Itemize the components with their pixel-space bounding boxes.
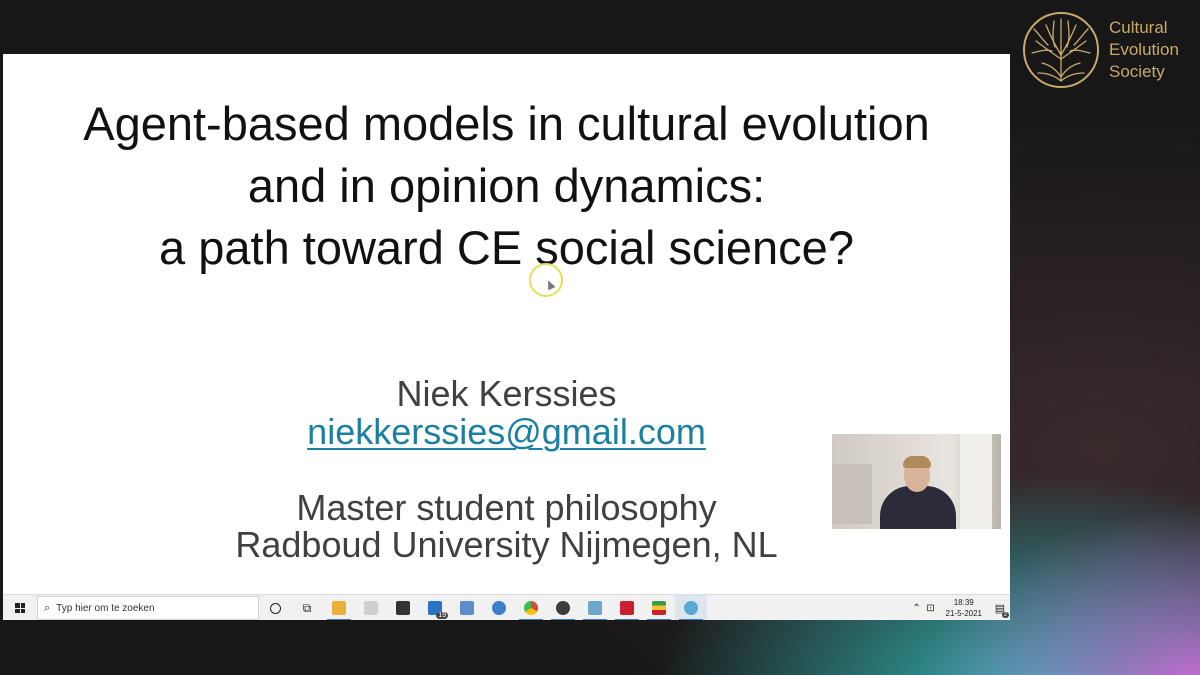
webcam-video [832, 434, 1001, 529]
clock-time: 18:39 [953, 598, 974, 607]
wps-icon [556, 601, 570, 615]
notification-count: 2 [1001, 611, 1009, 618]
author-name: Niek Kerssies [396, 373, 617, 414]
search-icon: ⌕ [44, 601, 51, 614]
file-explorer-icon [332, 601, 346, 615]
flag-icon [652, 601, 666, 615]
taskbar-app-mendeley[interactable] [611, 595, 643, 620]
search-placeholder: Typ hier om te zoeken [56, 602, 155, 614]
taskbar-app-file-explorer[interactable] [323, 595, 355, 620]
mail-unread-badge: 19 [436, 612, 448, 619]
clock-date: 21-5-2021 [945, 609, 982, 618]
windows-taskbar: ⌕ Typ hier om te zoeken ⧉ 19 ⌃ ⊡ 18:39 2… [3, 594, 1010, 620]
taskbar-app-chrome[interactable] [515, 595, 547, 620]
logo-text-line-2: Evolution [1109, 40, 1179, 59]
logo-text-line-3: Society [1109, 62, 1165, 81]
network-icon[interactable]: ⊡ [924, 603, 938, 614]
taskbar-app-wps[interactable] [547, 595, 579, 620]
slide-title-line-2: and in opinion dynamics: [247, 159, 766, 212]
store-icon [396, 601, 410, 615]
logo-text-line-1: Cultural [1109, 18, 1168, 37]
task-view-button[interactable]: ⧉ [291, 595, 323, 620]
author-email-link[interactable]: niekkerssies@gmail.com [307, 411, 706, 452]
taskbar-app-flag[interactable] [643, 595, 675, 620]
show-hidden-icons-chevron-up-icon[interactable]: ⌃ [910, 603, 924, 614]
start-button[interactable] [3, 595, 37, 620]
taskbar-app-webex[interactable] [675, 595, 707, 620]
windows-logo-icon [15, 603, 25, 613]
webcam-background-door [960, 434, 992, 529]
taskbar-app-qbittorrent[interactable] [483, 595, 515, 620]
system-tray: ⌃ ⊡ 18:39 21-5-2021 ▤ 2 [910, 597, 1010, 619]
taskbar-app-mail[interactable]: 19 [419, 595, 451, 620]
webex-icon [684, 601, 698, 615]
chrome-icon [524, 601, 538, 615]
shared-screen: Agent-based models in cultural evolution… [3, 54, 1010, 620]
taskbar-app-notes[interactable] [579, 595, 611, 620]
taskbar-search-box[interactable]: ⌕ Typ hier om te zoeken [37, 596, 259, 620]
dropbox-icon [364, 601, 378, 615]
cultural-evolution-society-logo-icon [1023, 12, 1099, 88]
taskbar-app-store[interactable] [387, 595, 419, 620]
document-icon [460, 601, 474, 615]
webcam-background-shelf [832, 464, 872, 524]
taskbar-clock[interactable]: 18:39 21-5-2021 [946, 597, 982, 619]
action-center-button[interactable]: ▤ 2 [990, 602, 1010, 618]
cortana-circle-icon [269, 602, 281, 614]
taskbar-app-document[interactable] [451, 595, 483, 620]
qbittorrent-icon [492, 601, 506, 615]
slide-title-line-1: Agent-based models in cultural evolution [83, 97, 930, 150]
notes-icon [588, 601, 602, 615]
task-view-icon: ⧉ [302, 600, 312, 615]
mendeley-icon [620, 601, 634, 615]
webcam-person-hair [903, 456, 931, 468]
cortana-button[interactable] [259, 595, 291, 620]
affiliation-line-2: Radboud University Nijmegen, NL [235, 524, 778, 565]
webcam-person-body [880, 486, 956, 529]
taskbar-app-dropbox[interactable] [355, 595, 387, 620]
slide-title-line-3: a path toward CE social science? [159, 221, 854, 274]
